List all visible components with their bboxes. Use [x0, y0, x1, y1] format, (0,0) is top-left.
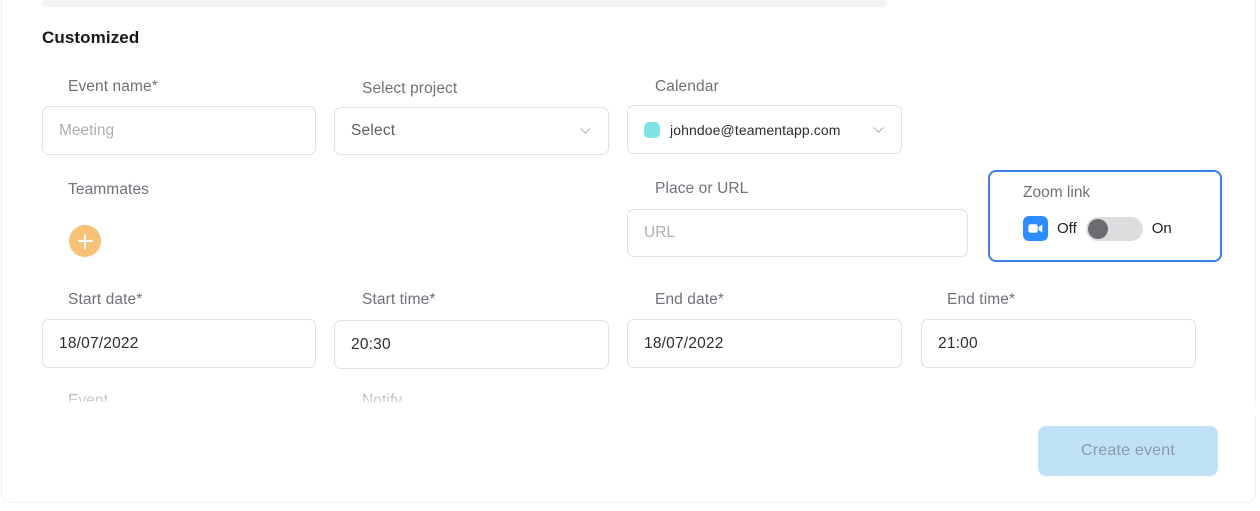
end-time-input[interactable]: 21:00	[921, 319, 1196, 368]
chevron-down-icon	[872, 123, 885, 136]
start-date-value: 18/07/2022	[59, 334, 139, 352]
end-date-input[interactable]: 18/07/2022	[627, 319, 902, 368]
event-name-label: Event name*	[68, 78, 158, 95]
place-or-url-placeholder: URL	[644, 224, 676, 241]
calendar-label: Calendar	[655, 78, 719, 95]
calendar-color-swatch	[644, 121, 660, 138]
start-time-value: 20:30	[351, 335, 391, 353]
event-name-input[interactable]: Meeting	[42, 106, 316, 155]
calendar-dropdown[interactable]: johndoe@teamentapp.com	[627, 105, 902, 154]
add-teammate-button[interactable]	[69, 225, 101, 257]
end-date-value: 18/07/2022	[644, 334, 724, 352]
start-date-input[interactable]: 18/07/2022	[42, 319, 316, 368]
create-event-button[interactable]: Create event	[1038, 426, 1218, 476]
end-time-label: End time*	[947, 291, 1016, 308]
zoom-link-panel: Zoom link Off On	[988, 170, 1222, 262]
end-date-label: End date*	[655, 291, 724, 308]
start-time-label: Start time*	[362, 291, 436, 308]
select-project-value: Select	[351, 122, 396, 139]
place-or-url-input[interactable]: URL	[627, 209, 968, 257]
teammates-label: Teammates	[68, 181, 150, 198]
start-time-input[interactable]: 20:30	[334, 320, 609, 369]
plus-icon	[83, 233, 87, 249]
calendar-value: johndoe@teamentapp.com	[670, 121, 841, 138]
end-time-value: 21:00	[938, 334, 978, 352]
toggle-knob	[1087, 218, 1108, 239]
place-or-url-label: Place or URL	[655, 180, 749, 197]
select-project-label: Select project	[362, 80, 458, 97]
zoom-link-toggle[interactable]	[1085, 216, 1143, 241]
chevron-down-icon	[579, 125, 592, 138]
zoom-off-label: Off	[1057, 220, 1077, 237]
create-event-panel: Customized Event name* Meeting Select pr…	[0, 0, 1260, 511]
start-date-label: Start date*	[68, 291, 143, 308]
zoom-on-label: On	[1151, 220, 1172, 237]
zoom-link-label: Zoom link	[1023, 184, 1091, 201]
select-project-dropdown[interactable]: Select	[334, 107, 609, 155]
scroll-fade-mask	[2, 394, 1258, 416]
zoom-video-icon	[1023, 216, 1048, 241]
form-content: Customized Event name* Meeting Select pr…	[0, 0, 1260, 511]
section-title: Customized	[42, 28, 140, 47]
zoom-link-toggle-row: Off On	[1023, 216, 1172, 241]
event-name-placeholder: Meeting	[59, 121, 115, 139]
